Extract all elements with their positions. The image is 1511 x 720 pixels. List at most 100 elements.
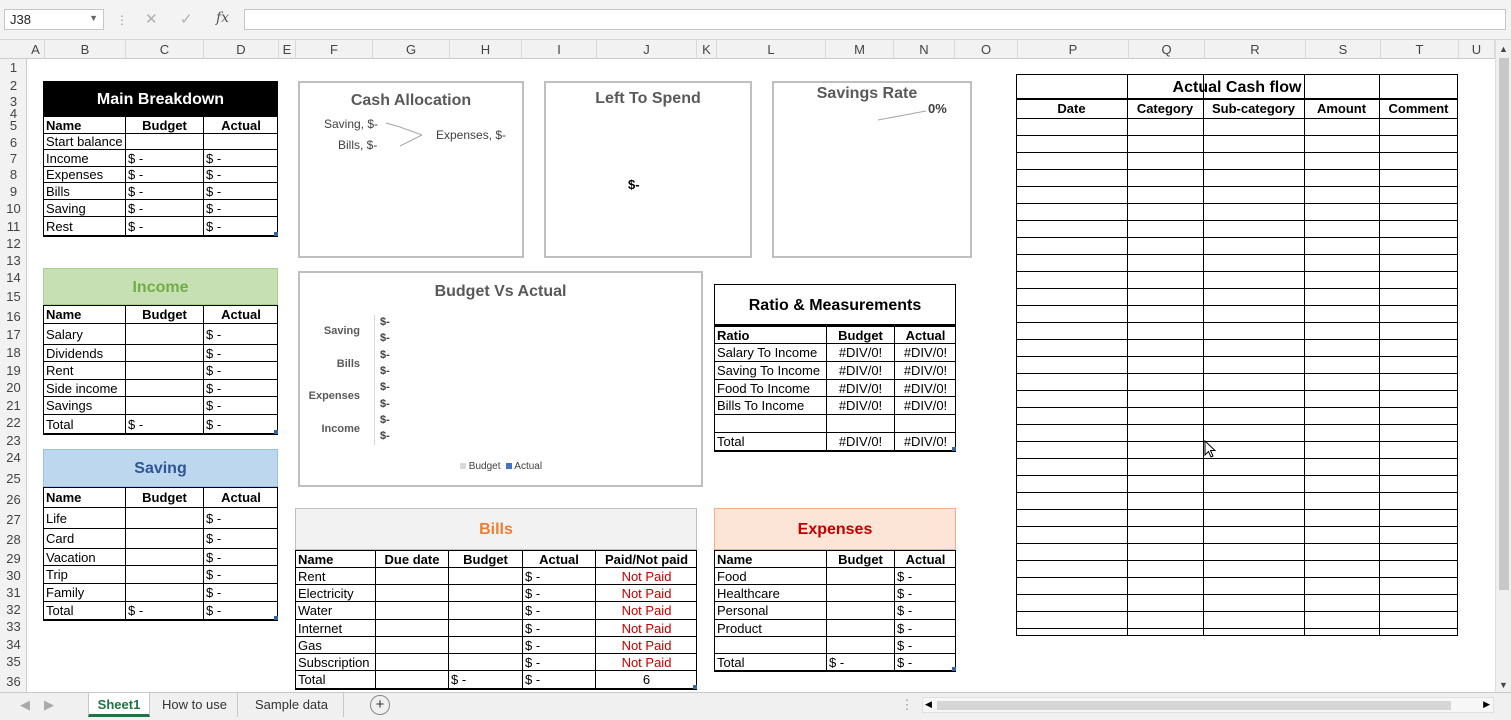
column-header[interactable]: A — [27, 40, 45, 59]
table-cell[interactable]: 6 — [598, 671, 695, 688]
table-cell[interactable]: $ - — [206, 566, 276, 583]
row-header[interactable]: 6 — [0, 134, 27, 151]
left-to-spend-chart[interactable]: Left To Spend $- — [544, 81, 752, 258]
horizontal-scroll-thumb[interactable] — [937, 701, 1451, 710]
table-cell[interactable]: $ - — [206, 324, 276, 344]
table-cell[interactable]: $ - — [206, 584, 276, 601]
table-cell[interactable]: Food — [717, 568, 824, 584]
column-header[interactable]: J — [597, 40, 697, 59]
column-header[interactable]: H — [450, 40, 522, 59]
column-header-cell[interactable]: Budget — [451, 551, 520, 567]
table-cell[interactable]: $ - — [525, 602, 593, 619]
column-header-cell[interactable]: Budget — [128, 117, 201, 133]
table-cell[interactable]: Saving — [46, 200, 123, 216]
table-cell[interactable]: $ - — [897, 585, 954, 601]
table-cell[interactable]: $ - — [525, 654, 593, 670]
table-cell[interactable]: $ - — [128, 167, 201, 182]
table-cell[interactable] — [378, 654, 446, 670]
table-cell[interactable]: $ - — [525, 585, 593, 601]
column-header-cell[interactable]: Name — [717, 551, 824, 567]
table-cell[interactable]: Personal — [717, 602, 824, 619]
table-resize-handle[interactable] — [952, 447, 956, 451]
table-resize-handle[interactable] — [693, 685, 697, 689]
table-cell[interactable]: Dividends — [46, 345, 123, 361]
table-cell[interactable]: $ - — [128, 217, 201, 235]
table-cell[interactable]: $ - — [128, 183, 201, 199]
column-header-cell[interactable]: Name — [298, 551, 373, 567]
table-cell[interactable]: Saving To Income — [717, 362, 824, 379]
table-cell[interactable]: Not Paid — [598, 620, 695, 636]
table-cell[interactable]: $ - — [897, 620, 954, 636]
row-header[interactable]: 14 — [0, 269, 27, 286]
row-header[interactable]: 28 — [0, 530, 27, 550]
row-header[interactable]: 8 — [0, 167, 27, 183]
split-handle-icon[interactable]: ⋮ — [900, 693, 914, 717]
column-header-cell[interactable]: Sub-category — [1203, 100, 1304, 118]
row-header[interactable]: 30 — [0, 567, 27, 584]
table-resize-handle[interactable] — [274, 616, 278, 620]
table-cell[interactable]: $ - — [206, 508, 276, 528]
table-cell[interactable] — [128, 508, 201, 528]
table-cell[interactable] — [128, 584, 201, 601]
table-cell[interactable]: Rest — [46, 217, 123, 235]
table-cell[interactable]: Total — [46, 415, 123, 433]
row-header[interactable]: 22 — [0, 414, 27, 432]
column-header-cell[interactable]: Actual — [206, 306, 276, 323]
budget-vs-actual-chart[interactable]: Budget Vs Actual Budget Actual Saving Bil… — [298, 271, 703, 487]
vertical-scroll-thumb[interactable] — [1499, 58, 1509, 590]
table-resize-handle[interactable] — [952, 667, 956, 671]
column-header[interactable]: F — [296, 40, 373, 59]
table-cell[interactable]: $ - — [128, 200, 201, 216]
table-cell[interactable]: Total — [46, 602, 123, 619]
scroll-up-icon[interactable]: ▲ — [1499, 44, 1508, 54]
scroll-down-icon[interactable]: ▼ — [1499, 680, 1508, 690]
table-cell[interactable]: #DIV/0! — [897, 380, 954, 396]
table-cell[interactable]: Not Paid — [598, 585, 695, 601]
table-cell[interactable]: $ - — [525, 568, 593, 584]
function-icon[interactable]: fx — [216, 10, 229, 26]
table-cell[interactable]: $ - — [206, 345, 276, 361]
formula-input[interactable] — [244, 9, 1506, 30]
column-header-cell[interactable]: Actual — [525, 551, 593, 567]
table-cell[interactable]: Total — [298, 671, 373, 688]
table-cell[interactable]: #DIV/0! — [897, 344, 954, 361]
tab-scroll-left-icon[interactable]: ◀ — [18, 693, 32, 717]
tab-sample-data[interactable]: Sample data — [240, 693, 344, 717]
table-cell[interactable]: #DIV/0! — [829, 433, 892, 450]
table-cell[interactable]: $ - — [206, 397, 276, 414]
column-header[interactable]: D — [204, 40, 279, 59]
row-header[interactable]: 23 — [0, 432, 27, 449]
table-cell[interactable]: $ - — [897, 637, 954, 653]
table-cell[interactable]: $ - — [451, 671, 520, 688]
table-cell[interactable]: #DIV/0! — [829, 362, 892, 379]
table-cell[interactable]: $ - — [525, 637, 593, 653]
table-cell[interactable]: Internet — [298, 620, 373, 636]
table-cell[interactable]: $ - — [206, 150, 276, 166]
table-cell[interactable] — [128, 397, 201, 414]
row-header[interactable]: 36 — [0, 671, 27, 692]
column-header-cell[interactable]: Paid/Not paid — [598, 551, 695, 567]
table-cell[interactable] — [128, 380, 201, 396]
table-cell[interactable]: $ - — [525, 620, 593, 636]
enter-icon[interactable]: ✓ — [180, 10, 193, 28]
table-cell[interactable] — [829, 568, 892, 584]
table-resize-handle[interactable] — [274, 232, 278, 236]
table-cell[interactable]: Vacation — [46, 549, 123, 565]
row-header[interactable]: 27 — [0, 509, 27, 530]
table-cell[interactable]: Bills To Income — [717, 397, 824, 414]
column-header[interactable]: K — [697, 40, 717, 59]
table-cell[interactable] — [829, 415, 892, 432]
table-cell[interactable]: $ - — [829, 654, 892, 670]
table-cell[interactable]: Salary — [46, 324, 123, 344]
table-cell[interactable]: Expenses — [46, 167, 123, 182]
table-cell[interactable]: $ - — [128, 602, 201, 619]
column-header[interactable]: O — [955, 40, 1018, 59]
table-cell[interactable]: Not Paid — [598, 637, 695, 653]
table-cell[interactable]: $ - — [897, 654, 954, 670]
column-header[interactable]: I — [522, 40, 597, 59]
column-header[interactable]: E — [279, 40, 296, 59]
row-header[interactable]: 1 — [0, 59, 27, 77]
table-cell[interactable]: Start balance — [46, 134, 123, 149]
column-header-cell[interactable]: Budget — [128, 488, 201, 507]
row-header[interactable]: 2 — [0, 77, 27, 94]
